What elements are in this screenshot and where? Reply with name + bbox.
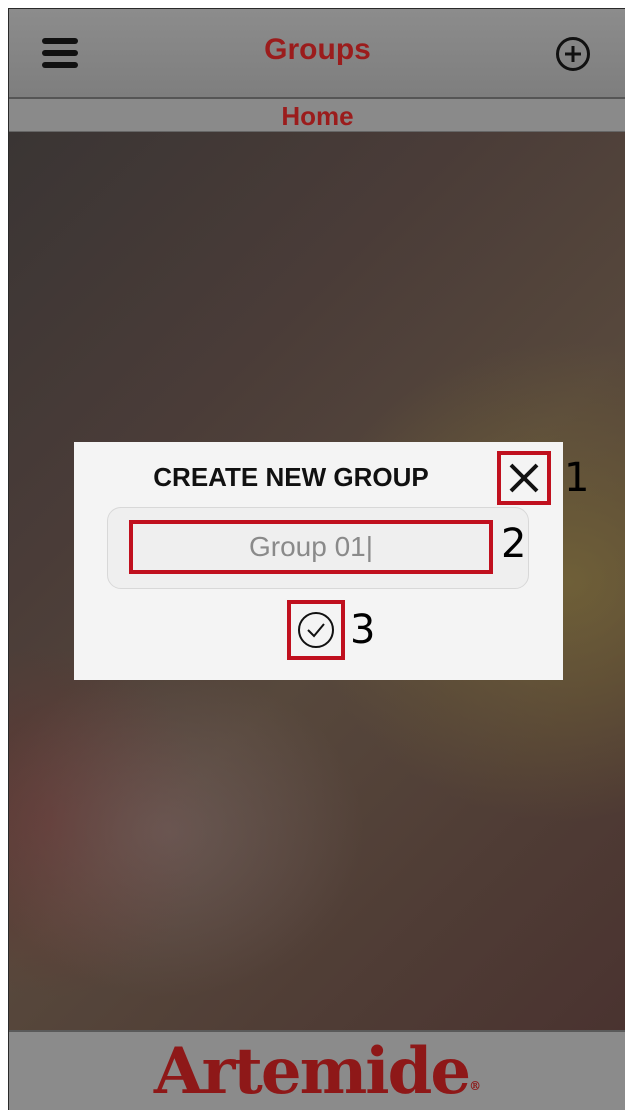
group-name-field-container: [107, 507, 529, 589]
brand-name: Artemide: [153, 1034, 471, 1109]
group-name-input[interactable]: [129, 520, 493, 574]
check-circle-icon: [298, 612, 334, 648]
callout-number-1: 1: [564, 455, 590, 501]
breadcrumb-bar: Home: [9, 99, 625, 132]
confirm-button[interactable]: [287, 600, 345, 660]
callout-number-3: 3: [350, 607, 376, 653]
top-bar: Groups: [9, 9, 625, 99]
close-icon[interactable]: [497, 451, 551, 505]
breadcrumb[interactable]: Home: [9, 101, 625, 132]
callout-number-2: 2: [501, 521, 527, 567]
footer-bar: Artemide®: [9, 1030, 625, 1110]
brand-logo: Artemide®: [9, 1035, 625, 1109]
registered-mark: ®: [469, 1079, 482, 1093]
dialog-title: CREATE NEW GROUP: [153, 462, 429, 492]
page-title: Groups: [264, 33, 371, 66]
add-circle-icon[interactable]: [555, 36, 591, 72]
create-group-dialog: CREATE NEW GROUP: [74, 442, 563, 680]
